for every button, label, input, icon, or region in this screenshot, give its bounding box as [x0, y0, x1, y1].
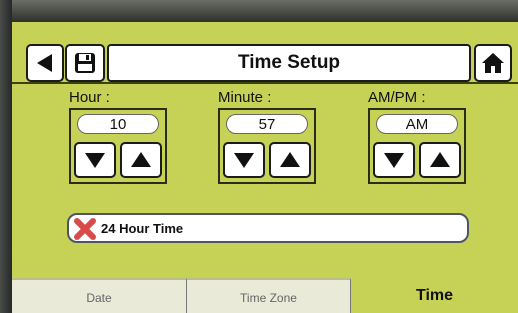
hour-value: 10 — [77, 114, 159, 134]
tab-date[interactable]: Date — [12, 278, 187, 313]
home-button[interactable] — [474, 44, 512, 82]
up-arrow-icon — [131, 152, 151, 167]
hour-up-button[interactable] — [120, 142, 162, 178]
toggle-label: 24 Hour Time — [101, 221, 184, 236]
tab-time-zone[interactable]: Time Zone — [187, 278, 351, 313]
tab-bar: Date Time Zone Time — [12, 278, 518, 313]
down-arrow-icon — [234, 153, 254, 168]
save-button[interactable] — [65, 44, 105, 82]
ampm-value: AM — [376, 114, 458, 134]
minute-down-button[interactable] — [223, 142, 265, 178]
hour-down-button[interactable] — [74, 142, 116, 178]
x-mark-icon — [74, 218, 96, 240]
down-arrow-icon — [384, 153, 404, 168]
24-hour-time-toggle[interactable]: 24 Hour Time — [67, 213, 469, 243]
device-bezel — [0, 0, 518, 22]
up-arrow-icon — [280, 152, 300, 167]
up-arrow-icon — [430, 152, 450, 167]
home-icon — [482, 53, 504, 73]
minute-control: 57 — [218, 108, 316, 184]
minute-value: 57 — [226, 114, 308, 134]
page-title: Time Setup — [107, 44, 471, 82]
device-bezel-side — [0, 0, 12, 313]
touchscreen: Time Setup Hour : 10 Minute : 57 AM/PM :… — [12, 22, 518, 313]
top-bar: Time Setup — [12, 32, 518, 84]
back-arrow-icon — [37, 54, 52, 72]
save-disk-icon — [75, 53, 95, 73]
hour-label: Hour : — [69, 89, 110, 106]
back-button[interactable] — [26, 44, 64, 82]
tab-time[interactable]: Time — [351, 278, 518, 313]
hour-control: 10 — [69, 108, 167, 184]
ampm-up-button[interactable] — [419, 142, 461, 178]
minute-label: Minute : — [218, 89, 272, 106]
ampm-control: AM — [368, 108, 466, 184]
minute-up-button[interactable] — [269, 142, 311, 178]
ampm-down-button[interactable] — [373, 142, 415, 178]
ampm-label: AM/PM : — [368, 89, 426, 106]
down-arrow-icon — [85, 153, 105, 168]
